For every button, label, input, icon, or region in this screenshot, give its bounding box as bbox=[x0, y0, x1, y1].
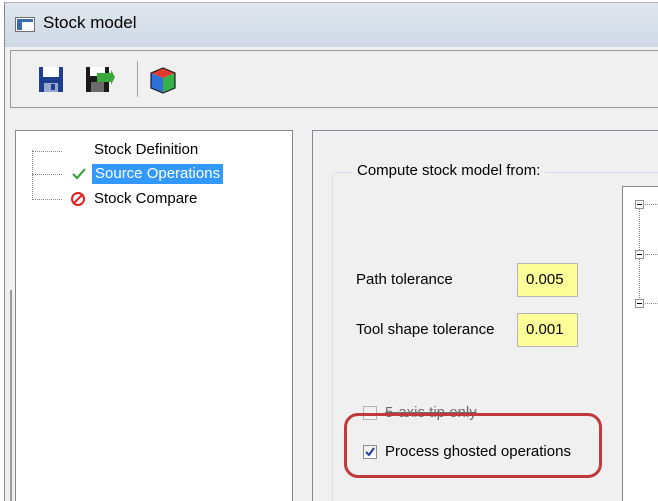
toolbar bbox=[10, 50, 658, 108]
stock-model-cube-icon bbox=[150, 67, 176, 94]
ops-tree-connector bbox=[645, 204, 658, 205]
highlight-annotation bbox=[344, 413, 602, 478]
tree-connector bbox=[32, 150, 33, 200]
collapse-icon[interactable] bbox=[635, 250, 644, 259]
collapse-icon[interactable] bbox=[635, 299, 644, 308]
save-button[interactable] bbox=[33, 61, 69, 97]
tree-connector bbox=[32, 151, 62, 152]
path-tolerance-label: Path tolerance bbox=[356, 271, 453, 288]
window-icon bbox=[15, 17, 35, 32]
tree-item-label: Stock Compare bbox=[94, 190, 198, 207]
tool-shape-tolerance-input[interactable]: 0.001 bbox=[517, 313, 578, 347]
tree-item-stock-compare[interactable]: Stock Compare bbox=[94, 189, 197, 209]
path-tolerance-input[interactable]: 0.005 bbox=[517, 263, 578, 297]
error-icon bbox=[70, 191, 86, 207]
check-icon bbox=[71, 165, 87, 181]
save-and-exit-icon bbox=[86, 67, 115, 92]
tree-item-source-operations[interactable]: Source Operations bbox=[92, 164, 224, 184]
save-and-exit-button[interactable] bbox=[81, 61, 117, 97]
ops-tree-connector bbox=[645, 303, 658, 304]
ops-tree-connector bbox=[645, 254, 658, 255]
collapse-icon[interactable] bbox=[635, 200, 644, 209]
tree-item-label: Source Operations bbox=[95, 165, 221, 182]
section-tree bbox=[15, 130, 293, 501]
splitter[interactable] bbox=[5, 130, 15, 501]
save-icon bbox=[39, 67, 63, 92]
tree-connector bbox=[32, 199, 62, 200]
window-title: Stock model bbox=[43, 13, 137, 32]
tool-shape-tolerance-label: Tool shape tolerance bbox=[356, 321, 495, 338]
operations-tree bbox=[622, 186, 658, 501]
group-title: Compute stock model from: bbox=[352, 162, 546, 179]
stock-model-button[interactable] bbox=[145, 61, 181, 97]
tree-connector bbox=[32, 174, 62, 175]
toolbar-separator bbox=[137, 61, 138, 97]
tree-item-stock-definition[interactable]: Stock Definition bbox=[94, 140, 198, 160]
tree-item-label: Stock Definition bbox=[94, 141, 199, 158]
